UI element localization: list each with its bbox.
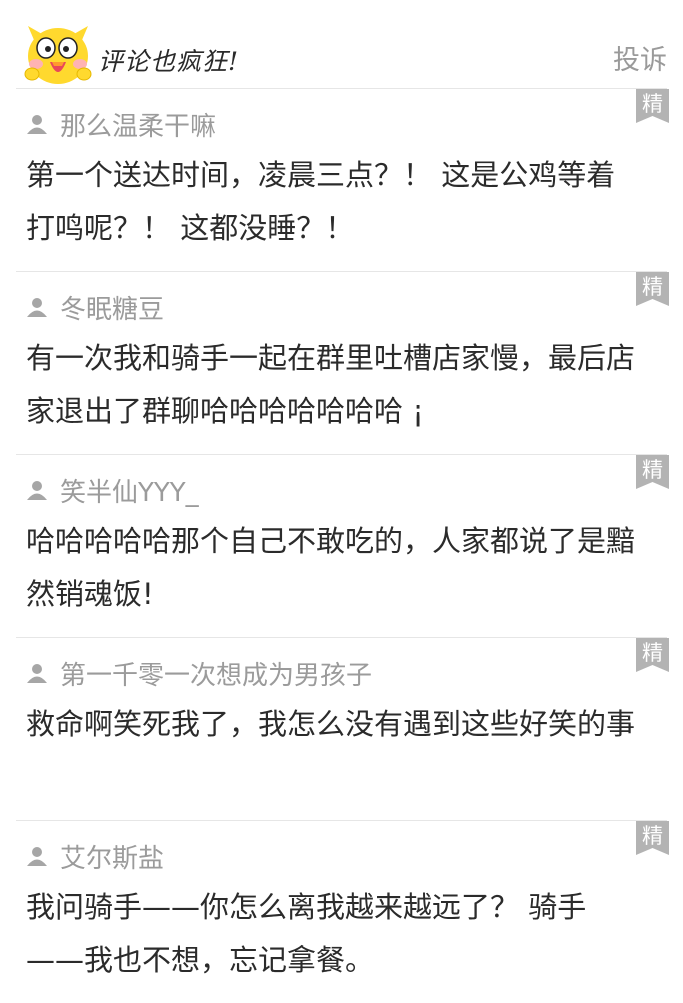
comment-author[interactable]: 那么温柔干嘛 <box>26 109 216 142</box>
author-name: 艾尔斯盐 <box>60 843 165 874</box>
comment-text: 有一次我和骑手一起在群里吐槽店家慢，最后店家退出了群聊哈哈哈哈哈哈哈 ¡ <box>26 341 636 428</box>
featured-badge-label: 精 <box>642 824 663 848</box>
featured-badge: 精 <box>636 89 669 123</box>
featured-badge: 精 <box>636 455 669 489</box>
comment-item: 精 笑半仙YYY_ 哈哈哈哈哈那个自己不敢吃的，人家都说了是黯然销魂饭! <box>16 454 669 637</box>
comment-item: 精 第一千零一次想成为男孩子 救命啊笑死我了，我怎么没有遇到这些好笑的事 <box>16 637 669 820</box>
comment-author[interactable]: 艾尔斯盐 <box>26 841 164 874</box>
comment-text: 我问骑手——你怎么离我越来越远了？ 骑手——我也不想，忘记拿餐。 <box>26 890 587 977</box>
user-icon <box>27 481 47 500</box>
featured-badge-label: 精 <box>642 92 663 116</box>
comment-author[interactable]: 第一千零一次想成为男孩子 <box>26 658 372 691</box>
user-icon <box>27 664 47 683</box>
comment-text: 哈哈哈哈哈那个自己不敢吃的，人家都说了是黯然销魂饭! <box>26 524 636 611</box>
author-name: 那么温柔干嘛 <box>60 111 217 142</box>
featured-badge-label: 精 <box>642 458 663 482</box>
mascot-icon <box>24 26 92 84</box>
author-name: 笑半仙YYY_ <box>60 477 199 508</box>
comment-item: 精 艾尔斯盐 我问骑手——你怎么离我越来越远了？ 骑手——我也不想，忘记拿餐。 <box>16 820 669 1003</box>
comment-author[interactable]: 冬眠糖豆 <box>26 292 164 325</box>
comment-text: 第一个送达时间，凌晨三点？！ 这是公鸡等着打鸣呢？！ 这都没睡？！ <box>26 158 616 245</box>
author-name: 冬眠糖豆 <box>60 294 165 325</box>
featured-badge: 精 <box>636 272 669 306</box>
author-name: 第一千零一次想成为男孩子 <box>60 660 373 691</box>
featured-badge: 精 <box>636 638 669 672</box>
report-button[interactable]: 投诉 <box>613 38 667 77</box>
comment-list: 精 那么温柔干嘛 第一个送达时间，凌晨三点？！ 这是公鸡等着打鸣呢？！ 这都没睡… <box>0 88 683 1003</box>
comment-item: 精 冬眠糖豆 有一次我和骑手一起在群里吐槽店家慢，最后店家退出了群聊哈哈哈哈哈哈… <box>16 271 669 454</box>
header: 评论也疯狂! 投诉 <box>0 0 683 88</box>
user-icon <box>27 847 47 866</box>
user-icon <box>27 298 47 317</box>
featured-badge: 精 <box>636 821 669 855</box>
comment-text: 救命啊笑死我了，我怎么没有遇到这些好笑的事 <box>26 707 636 741</box>
comment-item: 精 那么温柔干嘛 第一个送达时间，凌晨三点？！ 这是公鸡等着打鸣呢？！ 这都没睡… <box>16 88 669 271</box>
comment-author[interactable]: 笑半仙YYY_ <box>26 475 199 508</box>
featured-badge-label: 精 <box>642 275 663 299</box>
user-icon <box>27 115 47 134</box>
page-title: 评论也疯狂! <box>98 47 240 76</box>
featured-badge-label: 精 <box>642 641 663 665</box>
